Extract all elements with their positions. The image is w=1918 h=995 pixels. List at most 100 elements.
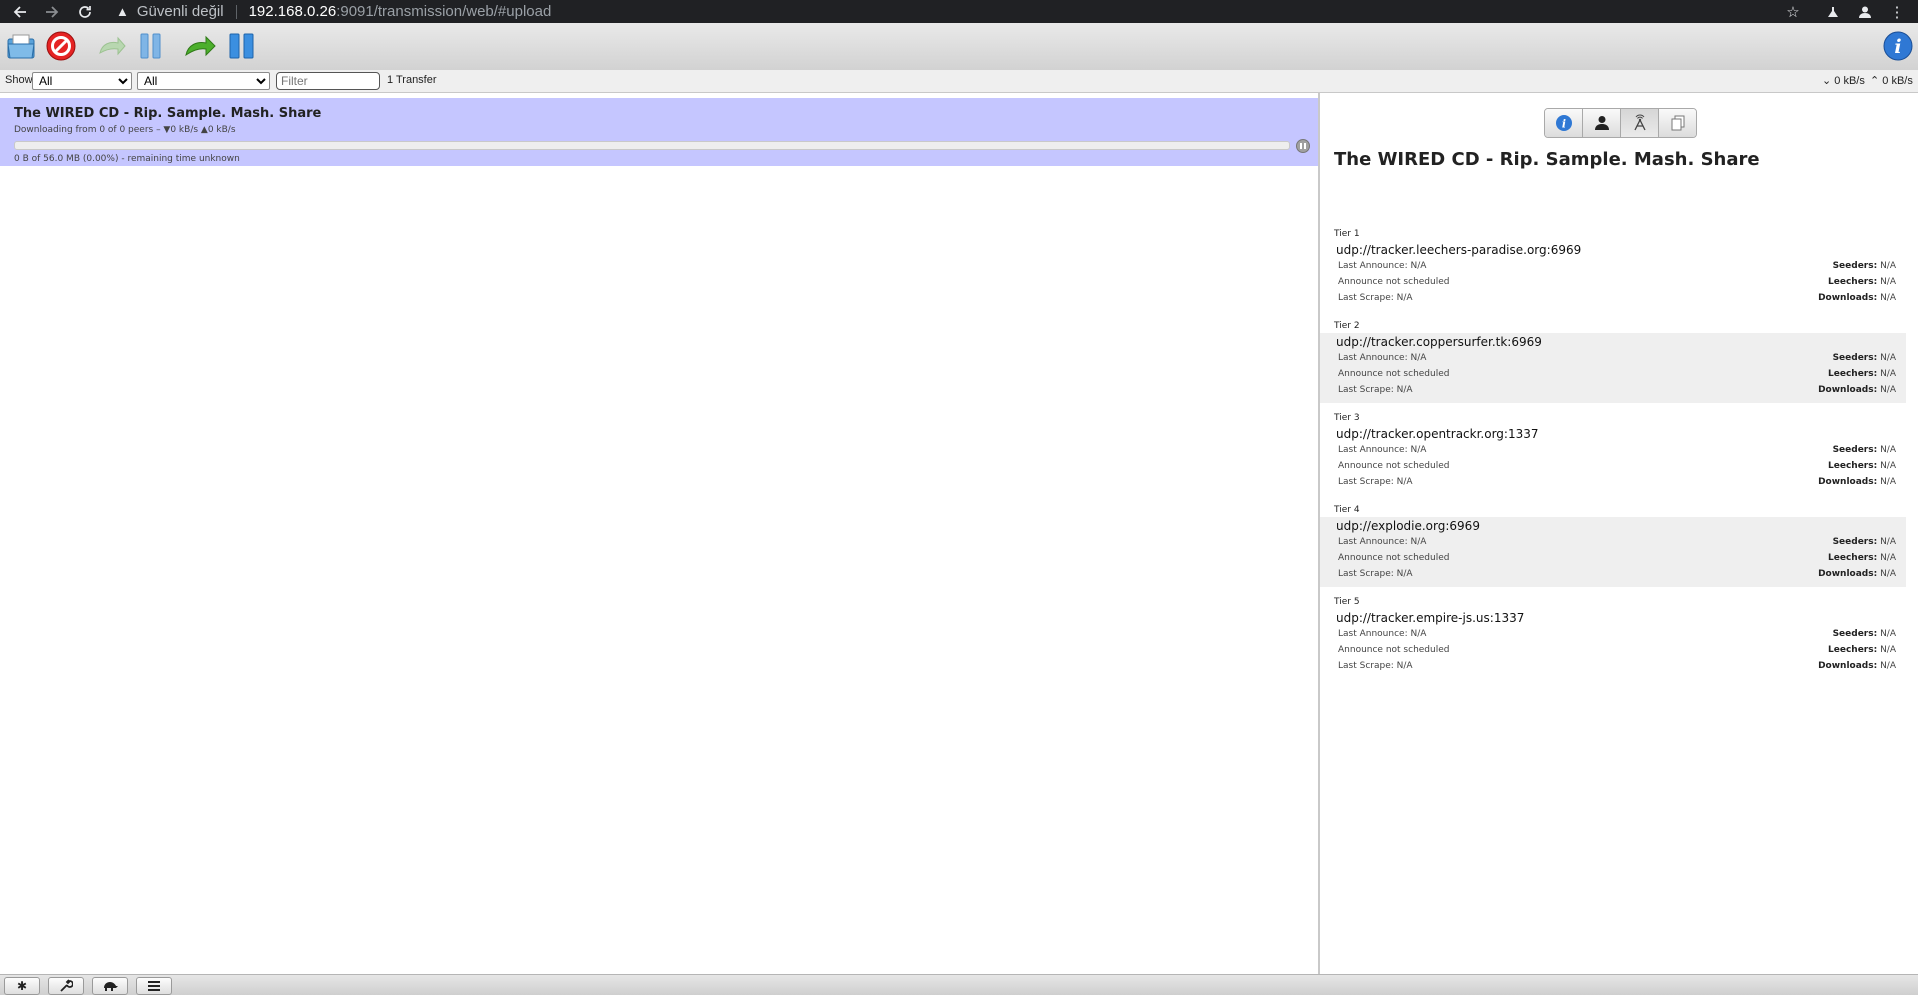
svg-text:i: i bbox=[1894, 36, 1901, 58]
sort-button[interactable] bbox=[136, 977, 172, 995]
reload-button[interactable] bbox=[73, 0, 97, 23]
leechers-count: Leechers: N/A bbox=[1828, 277, 1896, 287]
arrow-right-icon bbox=[46, 5, 59, 18]
leechers-label: Leechers: bbox=[1828, 277, 1878, 287]
seeders-count: Seeders: N/A bbox=[1833, 445, 1896, 455]
leechers-count: Leechers: N/A bbox=[1828, 553, 1896, 563]
bottom-bar: ✱ bbox=[0, 974, 1918, 995]
browser-chrome: ▲ Güvenli değil 192.168.0.26:9091/transm… bbox=[0, 0, 1918, 23]
profile-icon[interactable] bbox=[1852, 0, 1878, 23]
resume-all-icon bbox=[185, 35, 216, 57]
pause-button[interactable] bbox=[134, 29, 168, 63]
last-scrape: Last Scrape: N/A bbox=[1338, 477, 1413, 487]
seeders-label: Seeders: bbox=[1832, 445, 1878, 455]
leechers-count: Leechers: N/A bbox=[1828, 461, 1896, 471]
downloads-label: Downloads: bbox=[1818, 385, 1878, 395]
seeders-value: N/A bbox=[1880, 445, 1896, 455]
trackers-icon bbox=[1633, 114, 1646, 131]
downloads-value: N/A bbox=[1880, 477, 1896, 487]
resume-icon bbox=[99, 36, 126, 56]
leechers-label: Leechers: bbox=[1828, 553, 1878, 563]
announce-status: Announce not scheduled bbox=[1338, 369, 1450, 379]
files-icon bbox=[1671, 115, 1684, 131]
download-speed: ⌄ 0 kB/s bbox=[1822, 74, 1865, 87]
tier-label: Tier 3 bbox=[1334, 413, 1360, 423]
peers-icon bbox=[1594, 116, 1609, 130]
tracker-filter-select[interactable]: All bbox=[137, 72, 270, 90]
info-icon: i bbox=[1883, 31, 1913, 61]
preferences-button[interactable] bbox=[48, 977, 84, 995]
not-secure-label: Güvenli değil bbox=[136, 3, 224, 20]
turtle-mode-button[interactable] bbox=[92, 977, 128, 995]
settings-gear-icon: ✱ bbox=[16, 979, 28, 993]
torrent-list: The WIRED CD - Rip. Sample. Mash. Share … bbox=[0, 93, 1318, 974]
tab-trackers[interactable] bbox=[1621, 109, 1659, 137]
settings-button[interactable]: ✱ bbox=[4, 977, 40, 995]
url-path: :9091/transmission/web/#upload bbox=[336, 3, 552, 20]
pause-all-button[interactable] bbox=[225, 29, 259, 63]
open-torrent-button[interactable] bbox=[5, 29, 39, 63]
announce-status: Announce not scheduled bbox=[1338, 461, 1450, 471]
tab-info[interactable]: i bbox=[1545, 109, 1583, 137]
address-bar[interactable]: ▲ Güvenli değil 192.168.0.26:9091/transm… bbox=[116, 0, 551, 23]
state-filter-select[interactable]: All bbox=[32, 72, 132, 90]
labs-icon[interactable] bbox=[1820, 0, 1846, 23]
downloads-count: Downloads: N/A bbox=[1818, 661, 1896, 671]
downloads-label: Downloads: bbox=[1818, 569, 1878, 579]
back-button[interactable] bbox=[8, 0, 32, 23]
seeders-value: N/A bbox=[1880, 261, 1896, 271]
downloads-label: Downloads: bbox=[1818, 661, 1878, 671]
tier-label: Tier 1 bbox=[1334, 229, 1360, 239]
wrench-icon bbox=[60, 979, 73, 992]
resume-all-button[interactable] bbox=[183, 29, 217, 63]
downloads-count: Downloads: N/A bbox=[1818, 477, 1896, 487]
pause-icon bbox=[140, 33, 161, 59]
bookmark-star-icon[interactable]: ☆ bbox=[1780, 0, 1806, 23]
svg-text:i: i bbox=[1561, 118, 1565, 131]
torrent-row[interactable]: The WIRED CD - Rip. Sample. Mash. Share … bbox=[0, 98, 1318, 166]
resume-button[interactable] bbox=[94, 29, 128, 63]
remove-icon bbox=[46, 31, 76, 61]
sort-icon bbox=[148, 981, 160, 991]
seeders-label: Seeders: bbox=[1832, 537, 1878, 547]
forward-button[interactable] bbox=[40, 0, 64, 23]
inspector-panel: i The WIRED CD - Rip. Sample. Mash. Shar… bbox=[1320, 93, 1918, 974]
last-announce: Last Announce: N/A bbox=[1338, 537, 1427, 547]
tab-files[interactable] bbox=[1659, 109, 1696, 137]
leechers-value: N/A bbox=[1880, 369, 1896, 379]
warning-icon: ▲ bbox=[116, 4, 129, 19]
announce-status: Announce not scheduled bbox=[1338, 277, 1450, 287]
leechers-count: Leechers: N/A bbox=[1828, 645, 1896, 655]
tab-peers[interactable] bbox=[1583, 109, 1621, 137]
downloads-value: N/A bbox=[1880, 385, 1896, 395]
downloads-count: Downloads: N/A bbox=[1818, 569, 1896, 579]
seeders-label: Seeders: bbox=[1832, 629, 1878, 639]
upload-speed: ⌃ 0 kB/s bbox=[1870, 74, 1913, 87]
last-scrape: Last Scrape: N/A bbox=[1338, 661, 1413, 671]
filter-input[interactable] bbox=[276, 72, 380, 90]
seeders-value: N/A bbox=[1880, 629, 1896, 639]
url-host: 192.168.0.26 bbox=[248, 3, 337, 20]
seeders-value: N/A bbox=[1880, 353, 1896, 363]
upload-arrow-icon: ⌃ bbox=[1870, 75, 1880, 87]
last-announce: Last Announce: N/A bbox=[1338, 629, 1427, 639]
download-arrow-icon: ⌄ bbox=[1822, 75, 1832, 87]
leechers-label: Leechers: bbox=[1828, 461, 1878, 471]
tier-label: Tier 5 bbox=[1334, 597, 1360, 607]
remove-torrent-button[interactable] bbox=[44, 29, 78, 63]
torrent-pause-button[interactable] bbox=[1296, 139, 1310, 153]
menu-kebab-icon[interactable]: ⋮ bbox=[1884, 0, 1910, 23]
seeders-count: Seeders: N/A bbox=[1833, 353, 1896, 363]
show-label: Show bbox=[5, 74, 33, 86]
downloads-count: Downloads: N/A bbox=[1818, 385, 1896, 395]
tracker-tier: Tier 3 udp://tracker.opentrackr.org:1337 L… bbox=[1320, 413, 1906, 495]
tier-label: Tier 4 bbox=[1334, 505, 1360, 515]
transfer-count: 1 Transfer bbox=[387, 74, 437, 86]
last-scrape: Last Scrape: N/A bbox=[1338, 293, 1413, 303]
torrent-name: The WIRED CD - Rip. Sample. Mash. Share bbox=[14, 106, 322, 121]
about-button[interactable]: i bbox=[1882, 30, 1914, 62]
last-announce: Last Announce: N/A bbox=[1338, 261, 1427, 271]
turtle-icon bbox=[104, 982, 118, 991]
tracker-tier: Tier 2 udp://tracker.coppersurfer.tk:6969… bbox=[1320, 321, 1906, 403]
downloads-value: N/A bbox=[1880, 569, 1896, 579]
